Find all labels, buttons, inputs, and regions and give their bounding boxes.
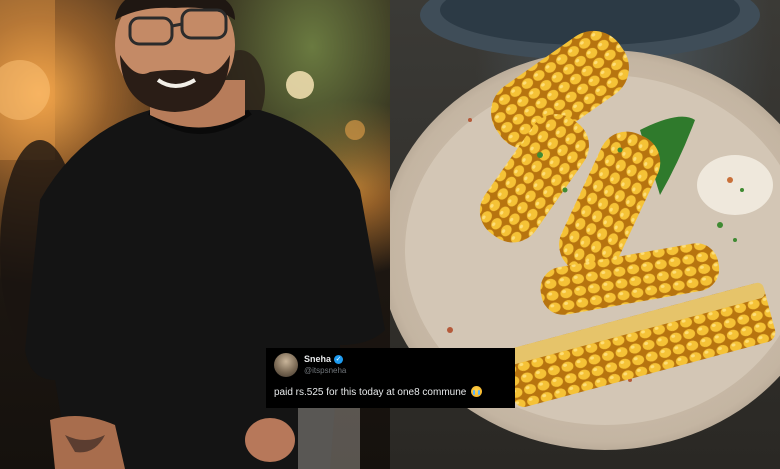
tweet-text-row: paid rs.525 for this today at one8 commu… — [274, 386, 507, 398]
tweet-card: Sneha ✓ @itspsneha paid rs.525 for this … — [266, 348, 515, 408]
name-row: Sneha ✓ — [304, 354, 346, 365]
user-handle[interactable]: @itspsneha — [304, 365, 346, 376]
verified-badge-icon: ✓ — [334, 355, 344, 364]
tweet-text: paid rs.525 for this today at one8 commu… — [274, 387, 467, 398]
crying-face-icon — [471, 386, 483, 397]
tweet-header: Sneha ✓ @itspsneha — [274, 353, 507, 377]
display-name[interactable]: Sneha — [304, 354, 331, 365]
avatar[interactable] — [274, 353, 298, 377]
tweet-author: Sneha ✓ @itspsneha — [304, 354, 346, 376]
